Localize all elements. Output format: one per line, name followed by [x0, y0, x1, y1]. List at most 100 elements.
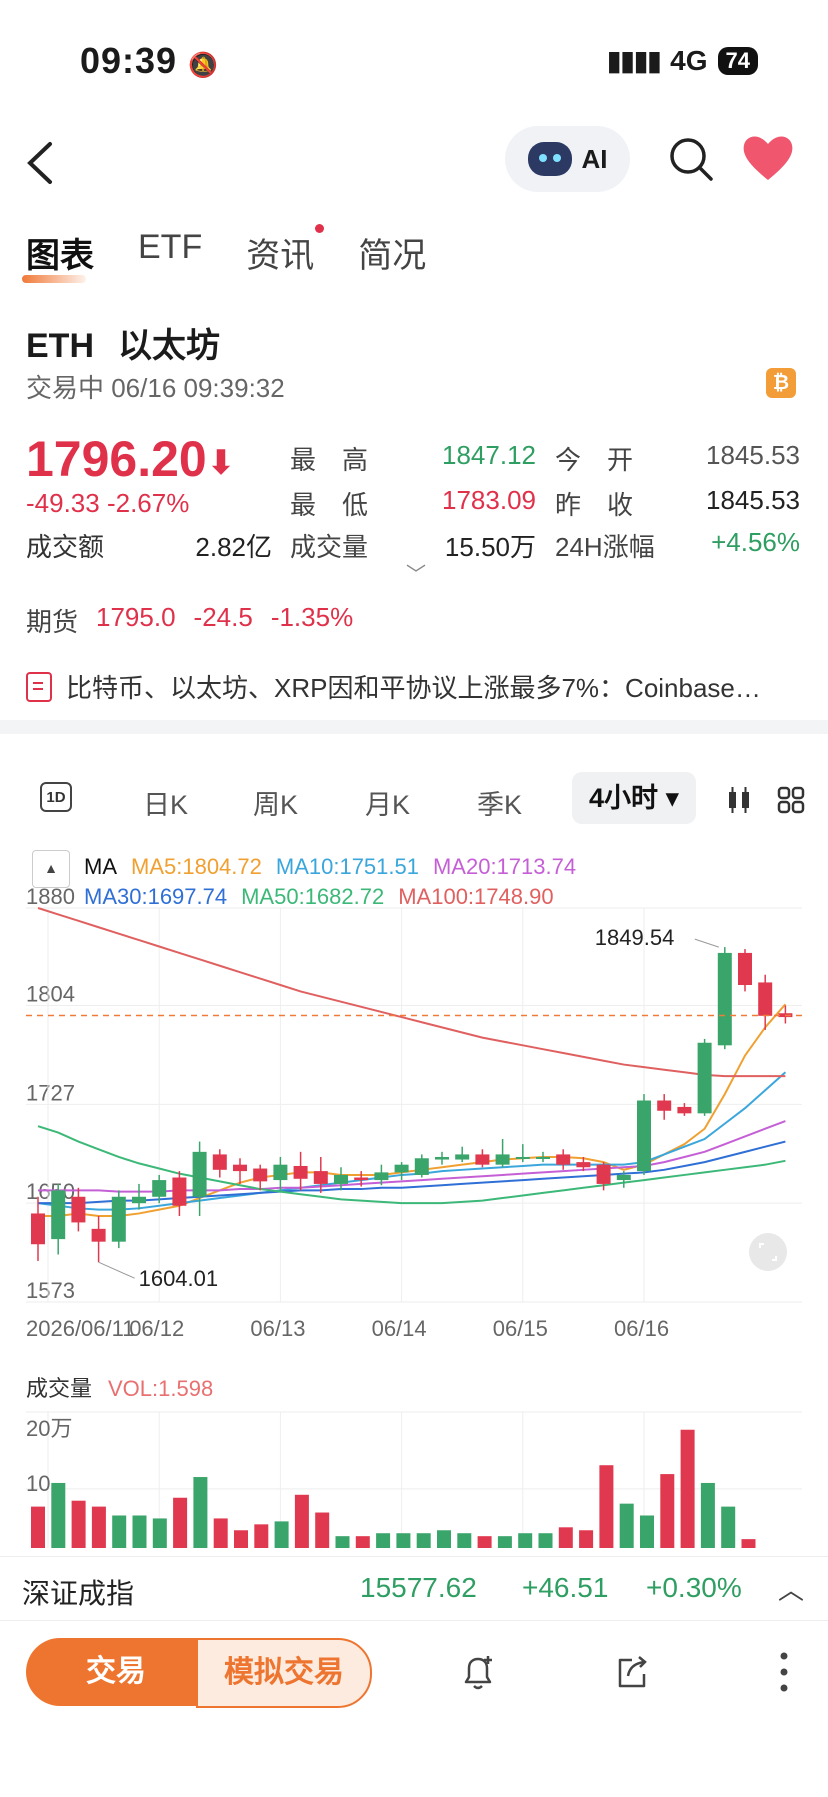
candle-body [334, 1174, 348, 1184]
candle-body [253, 1168, 268, 1182]
y-tick-label: 1650 [26, 1179, 75, 1204]
candle-body [31, 1213, 45, 1245]
volume-bar [680, 1429, 695, 1548]
volume-bar [599, 1465, 614, 1548]
candle-body [677, 1106, 692, 1114]
candle-body [394, 1164, 409, 1173]
candle-body [435, 1156, 449, 1160]
candle-body [697, 1042, 712, 1114]
volume-bar [91, 1506, 106, 1548]
x-tick-label: 2026/06/11 [26, 1316, 134, 1341]
volume-bar [51, 1482, 66, 1548]
candle-body [212, 1154, 227, 1170]
ma20-line [38, 1120, 786, 1193]
simulated-trade-button[interactable]: 模拟交易 [196, 1638, 372, 1708]
volume-bar [558, 1527, 573, 1548]
price-chart[interactable]: 1880 1804 1727 1650 1573 2026/06/1106/12 06/13… [0, 0, 828, 1556]
volume-bar [355, 1536, 370, 1548]
y-tick-label: 1573 [26, 1278, 75, 1303]
candle-body [71, 1196, 86, 1223]
candle-body [273, 1164, 288, 1181]
candle-body [152, 1180, 167, 1197]
ticker-change-pct: +0.30% [646, 1572, 742, 1603]
volume-bar [112, 1515, 127, 1548]
volume-bar [132, 1515, 147, 1548]
volume-bar [213, 1518, 228, 1548]
more-options-icon[interactable] [776, 1648, 792, 1696]
candle-body [596, 1164, 611, 1184]
volume-bar [234, 1530, 248, 1548]
volume-bar [437, 1530, 451, 1548]
candle-body [637, 1100, 651, 1172]
chevron-up-icon[interactable]: ︿ [778, 1570, 804, 1607]
low-leader [98, 1261, 135, 1279]
candle-body [576, 1162, 591, 1168]
volume-bar [477, 1536, 492, 1548]
candle-body [354, 1177, 369, 1181]
candle-body [475, 1154, 490, 1165]
candle-body [111, 1196, 126, 1242]
volume-indicator: VOL:1.598 [108, 1376, 213, 1401]
volume-bar [335, 1536, 350, 1548]
volume-bar [518, 1533, 533, 1548]
candle-body [758, 982, 773, 1016]
share-icon [618, 1656, 647, 1688]
candle-body [192, 1151, 207, 1197]
volume-bar [640, 1515, 654, 1548]
ticker-change: +46.51 [522, 1572, 609, 1603]
x-tick-label: 06/15 [493, 1316, 548, 1341]
candle-body [51, 1190, 66, 1240]
reset-view-icon [749, 1233, 787, 1271]
volume-bar [741, 1539, 756, 1548]
candle-body [515, 1156, 530, 1159]
candle-body [414, 1158, 429, 1175]
y-tick-label: 1727 [26, 1080, 75, 1105]
candle-body [132, 1196, 146, 1204]
volume-bar [193, 1477, 208, 1548]
volume-bar [315, 1512, 330, 1548]
share-button[interactable] [612, 1652, 652, 1692]
volume-bar [31, 1506, 45, 1548]
candle-body [536, 1156, 550, 1159]
ticker-value: 15577.62 [360, 1572, 477, 1603]
volume-bar [497, 1536, 512, 1548]
volume-bar [173, 1497, 188, 1548]
ma10-line [37, 1071, 787, 1211]
candle-body [455, 1154, 470, 1160]
candle-body [233, 1164, 247, 1172]
ma5-line [38, 1003, 787, 1218]
candle-body [738, 952, 752, 986]
candle-body [717, 952, 732, 1046]
volume-bar [376, 1533, 391, 1548]
volume-bar [254, 1524, 269, 1548]
high-leader [694, 938, 719, 948]
volume-bar [396, 1533, 411, 1548]
price-alert-button[interactable] [458, 1652, 498, 1692]
volume-label: 成交量 [26, 1376, 92, 1401]
ticker-name: 深证成指 [22, 1578, 135, 1609]
volume-bar [619, 1503, 634, 1548]
volume-bar [538, 1533, 553, 1548]
x-tick-label: 06/14 [372, 1316, 427, 1341]
high-price-label: 1849.54 [595, 925, 675, 950]
volume-bar [660, 1474, 675, 1548]
volume-bar [579, 1530, 594, 1548]
volume-bar [721, 1506, 736, 1548]
x-tick-label: 06/16 [614, 1316, 669, 1341]
volume-tick-label: 20万 [26, 1416, 72, 1441]
candle-body [616, 1174, 631, 1181]
volume-bar [274, 1521, 289, 1548]
y-tick-label: 1804 [26, 982, 75, 1007]
candle-body [91, 1228, 106, 1242]
candle-body [293, 1165, 308, 1179]
x-tick-label: 06/12 [129, 1316, 184, 1341]
volume-bar [152, 1518, 167, 1548]
volume-bar [294, 1494, 309, 1548]
low-price-label: 1604.01 [139, 1266, 219, 1291]
candle-body [556, 1154, 571, 1165]
bell-plus-icon [464, 1656, 492, 1690]
volume-bar [71, 1500, 86, 1548]
candle-body [374, 1172, 389, 1181]
candle-body [172, 1177, 187, 1206]
trade-button[interactable]: 交易 [26, 1638, 206, 1706]
